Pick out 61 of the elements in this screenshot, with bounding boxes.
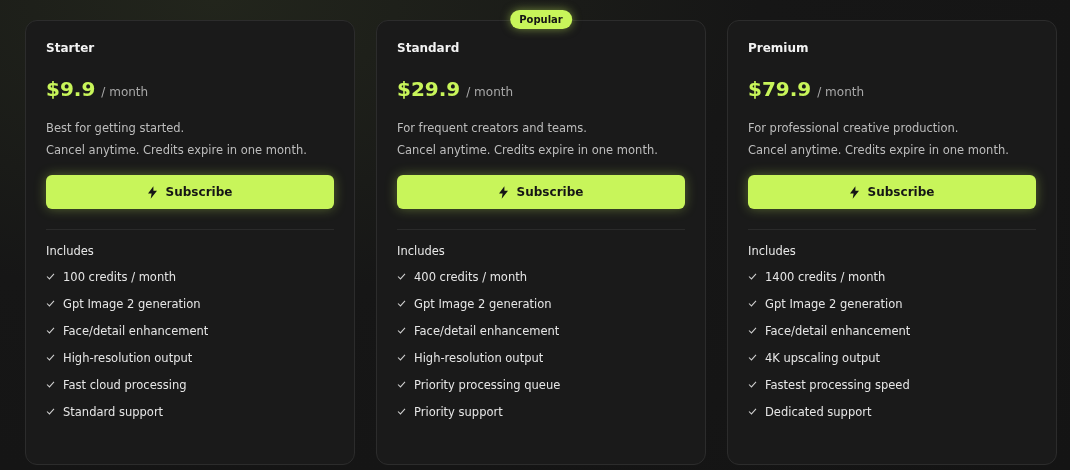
plan-description: Best for getting started. (46, 120, 186, 137)
check-icon (46, 300, 55, 307)
check-icon (397, 354, 406, 361)
lightning-icon (147, 185, 157, 199)
check-icon (46, 408, 55, 415)
includes-heading: Includes (46, 244, 95, 258)
subscribe-button[interactable]: Subscribe (397, 175, 685, 209)
feature-text: Fastest processing speed (765, 377, 910, 392)
includes-heading: Includes (397, 244, 446, 258)
feature-text: Face/detail enhancement (765, 323, 911, 338)
check-icon (46, 354, 55, 361)
subscribe-button[interactable]: Subscribe (748, 175, 1036, 209)
feature-text: Priority support (414, 404, 503, 419)
plan-description: Cancel anytime. Credits expire in one month. (46, 142, 308, 159)
check-icon (397, 300, 406, 307)
includes-heading: Includes (748, 244, 797, 258)
check-icon (748, 381, 757, 388)
feature-text: Face/detail enhancement (414, 323, 560, 338)
check-icon (748, 300, 757, 307)
plan-name: Premium (748, 41, 810, 55)
feature-text: 4K upscaling output (765, 350, 881, 365)
feature-text: 400 credits / month (414, 269, 527, 284)
check-icon (748, 354, 757, 361)
price-period: / month (817, 85, 865, 99)
check-icon (46, 273, 55, 280)
check-icon (46, 381, 55, 388)
feature-text: Gpt Image 2 generation (414, 296, 552, 311)
subscribe-button[interactable]: Subscribe (46, 175, 334, 209)
plan-description: Cancel anytime. Credits expire in one month. (748, 142, 1010, 159)
feature-text: Standard support (63, 404, 164, 419)
plan-description: For frequent creators and teams. (397, 120, 588, 137)
popular-badge: Popular (510, 10, 572, 29)
plan-description: Cancel anytime. Credits expire in one month. (397, 142, 659, 159)
feature-text: Fast cloud processing (63, 377, 187, 392)
plan-price: $29.9 (397, 77, 461, 101)
plan-name: Starter (46, 41, 96, 55)
plan-price: $79.9 (748, 77, 812, 101)
plan-description: For professional creative production. (748, 120, 960, 137)
feature-text: Priority processing queue (414, 377, 561, 392)
feature-text: Dedicated support (765, 404, 872, 419)
price-period: / month (101, 85, 149, 99)
feature-text: 100 credits / month (63, 269, 176, 284)
lightning-icon (498, 185, 508, 199)
check-icon (748, 408, 757, 415)
check-icon (397, 273, 406, 280)
check-icon (397, 381, 406, 388)
plan-price: $9.9 (46, 77, 96, 101)
feature-text: 1400 credits / month (765, 269, 886, 284)
check-icon (46, 327, 55, 334)
price-period: / month (466, 85, 514, 99)
check-icon (748, 273, 757, 280)
check-icon (397, 408, 406, 415)
feature-text: High-resolution output (63, 350, 193, 365)
check-icon (748, 327, 757, 334)
feature-text: Gpt Image 2 generation (765, 296, 903, 311)
feature-text: Gpt Image 2 generation (63, 296, 201, 311)
lightning-icon (849, 185, 859, 199)
feature-text: High-resolution output (414, 350, 544, 365)
plan-name: Standard (397, 41, 461, 55)
check-icon (397, 327, 406, 334)
feature-text: Face/detail enhancement (63, 323, 209, 338)
